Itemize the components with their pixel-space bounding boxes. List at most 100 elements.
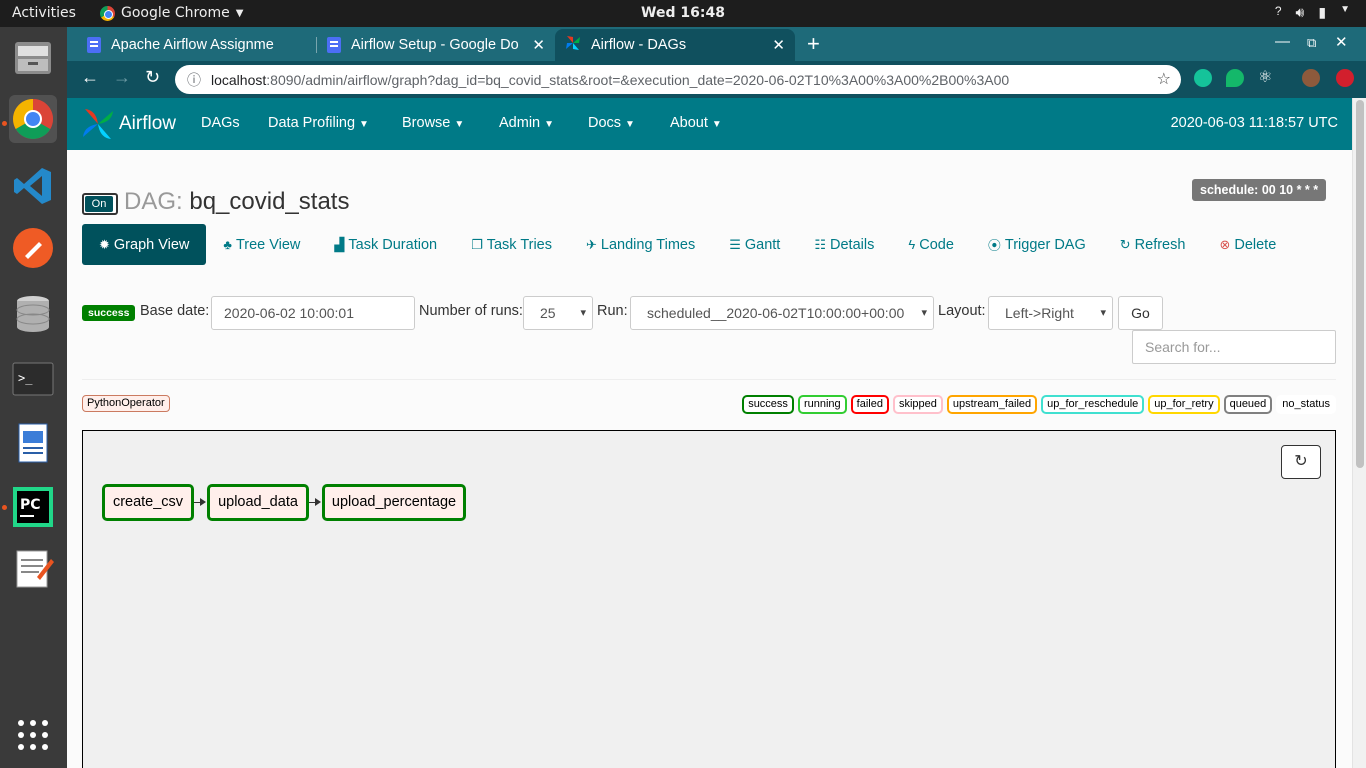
airflow-logo-icon: [81, 107, 115, 141]
chevron-down-icon: ▼: [454, 119, 465, 130]
files-icon[interactable]: [9, 34, 57, 82]
nav-label: Docs: [588, 115, 622, 131]
svg-text:>_: >_: [18, 371, 33, 385]
tab-label: Graph View: [113, 236, 190, 253]
nav-docs[interactable]: Docs ▼: [588, 115, 635, 131]
nav-browse[interactable]: Browse ▼: [402, 115, 464, 131]
layout-select[interactable]: Left->Right: [988, 296, 1113, 330]
chevron-down-icon[interactable]: ▼: [1340, 4, 1350, 21]
grammarly-icon[interactable]: [1194, 69, 1212, 87]
dag-toggle[interactable]: On: [82, 193, 118, 215]
running-indicator: [2, 505, 7, 510]
reload-icon[interactable]: ↻: [145, 67, 160, 88]
chevron-down-icon: ▼: [359, 119, 369, 130]
forward-icon[interactable]: →: [113, 67, 131, 88]
evernote-icon[interactable]: [1226, 69, 1244, 87]
nav-dags[interactable]: DAGs: [201, 115, 240, 131]
clock[interactable]: Wed 16:48: [0, 5, 1366, 21]
show-apps-icon[interactable]: [9, 711, 57, 759]
tab-delete[interactable]: ⊗ Delete: [1202, 224, 1293, 265]
close-icon[interactable]: ✕: [532, 36, 545, 54]
base-date-input[interactable]: 2020-06-02 10:00:01: [211, 296, 415, 330]
legend-skipped: skipped: [892, 395, 943, 414]
graph-refresh-button[interactable]: ↻: [1281, 445, 1321, 479]
edge-arrow: [315, 498, 321, 506]
tab-airflow-setup[interactable]: Airflow Setup - Google Do ✕: [317, 29, 555, 61]
text-editor-icon[interactable]: [9, 545, 57, 593]
tab-details[interactable]: ☷ Details: [797, 224, 891, 265]
legend-failed: failed: [850, 395, 889, 414]
profile-avatar[interactable]: [1302, 69, 1320, 87]
tab-task-tries[interactable]: ❐ Task Tries: [454, 224, 569, 265]
chrome-dock-icon[interactable]: [9, 95, 57, 143]
tab-code[interactable]: ϟ Code: [891, 224, 971, 265]
nav-admin[interactable]: Admin ▼: [499, 115, 554, 131]
update-icon[interactable]: [1336, 69, 1354, 87]
page-title: DAG: bq_covid_stats: [124, 188, 349, 216]
chevron-down-icon: ▼: [544, 119, 555, 130]
align-left-icon: ☰: [729, 236, 741, 252]
pycharm-icon[interactable]: PC: [9, 483, 57, 531]
page-content: Airflow DAGs Data Profiling ▼ Browse ▼ Adm…: [67, 98, 1366, 768]
nav-label: DAGs: [201, 115, 240, 131]
tab-refresh[interactable]: ↻ Refresh: [1103, 224, 1203, 265]
airflow-favicon-icon: [565, 35, 581, 55]
tab-tree-view[interactable]: ♣ Tree View: [206, 224, 317, 265]
battery-icon[interactable]: ▮: [1318, 4, 1326, 21]
close-window-icon[interactable]: ✕: [1335, 33, 1348, 51]
tab-airflow-dags[interactable]: Airflow - DAGs ✕: [555, 29, 795, 61]
task-node-create-csv[interactable]: create_csv: [102, 484, 194, 521]
address-bar[interactable]: ⓘ localhost:8090/admin/airflow/graph?dag…: [175, 65, 1181, 94]
search-input[interactable]: Search for...: [1132, 330, 1336, 364]
vscode-icon[interactable]: [9, 162, 57, 210]
tab-label: Trigger DAG: [1004, 236, 1086, 253]
terminal-icon[interactable]: >_: [9, 355, 57, 403]
run-select[interactable]: scheduled__2020-06-02T10:00:00+00:00: [630, 296, 934, 330]
back-icon[interactable]: ←: [81, 67, 99, 88]
tab-label: Tree View: [235, 236, 301, 253]
run-label: Run:: [597, 303, 628, 319]
go-button[interactable]: Go: [1118, 296, 1163, 330]
run-value: scheduled__2020-06-02T10:00:00+00:00: [647, 305, 905, 321]
postman-icon[interactable]: [9, 224, 57, 272]
nav-label: About: [670, 115, 708, 131]
airflow-brand[interactable]: Airflow: [81, 107, 176, 141]
system-tray[interactable]: ? 🔊︎ ▮ ▼: [1275, 4, 1350, 21]
tab-landing-times[interactable]: ✈ Landing Times: [569, 224, 712, 265]
minimize-icon[interactable]: —: [1275, 33, 1290, 50]
tab-airflow-assignment[interactable]: Apache Airflow Assignme: [77, 29, 317, 61]
scrollbar-thumb[interactable]: [1356, 100, 1364, 468]
tab-graph-view[interactable]: ✹ Graph View: [82, 224, 207, 265]
close-icon[interactable]: ✕: [772, 36, 785, 54]
document-viewer-icon[interactable]: [9, 419, 57, 467]
utc-clock: 2020-06-03 11:18:57 UTC: [1170, 115, 1338, 131]
new-tab-button[interactable]: +: [807, 31, 820, 57]
task-node-upload-data[interactable]: upload_data: [207, 484, 309, 521]
dag-graph-canvas[interactable]: ↻ create_csv upload_data upload_percenta…: [82, 430, 1336, 768]
page-scrollbar[interactable]: [1352, 98, 1366, 768]
database-icon[interactable]: [9, 289, 57, 337]
task-node-upload-percentage[interactable]: upload_percentage: [322, 484, 466, 521]
flash-icon: ϟ: [908, 237, 916, 252]
tab-task-duration[interactable]: ▟ Task Duration: [317, 224, 454, 265]
dag-state-badge: success: [82, 305, 136, 321]
tab-label: Gantt: [744, 236, 781, 253]
tab-label: Task Tries: [486, 236, 552, 253]
info-icon[interactable]: ⓘ: [187, 70, 201, 90]
nav-label: Browse: [402, 115, 451, 131]
maximize-icon[interactable]: ⧉: [1307, 35, 1316, 51]
react-devtools-icon[interactable]: ⚛: [1258, 67, 1272, 87]
volume-icon[interactable]: 🔊︎: [1296, 4, 1305, 21]
help-icon[interactable]: ?: [1275, 4, 1282, 21]
num-runs-select[interactable]: 25: [523, 296, 593, 330]
tab-gantt[interactable]: ☰ Gantt: [712, 224, 797, 265]
nav-data-profiling[interactable]: Data Profiling ▼: [268, 115, 369, 131]
schedule-badge: schedule: 00 10 * * *: [1192, 179, 1327, 201]
brand-name: Airflow: [119, 113, 177, 134]
base-date-label: Base date:: [140, 303, 210, 319]
tab-label: Details: [830, 236, 875, 253]
legend-success: success: [742, 395, 794, 414]
tab-trigger-dag[interactable]: ⦿ Trigger DAG: [971, 224, 1103, 265]
nav-about[interactable]: About ▼: [670, 115, 722, 131]
bookmark-star-icon[interactable]: ☆: [1157, 69, 1171, 89]
